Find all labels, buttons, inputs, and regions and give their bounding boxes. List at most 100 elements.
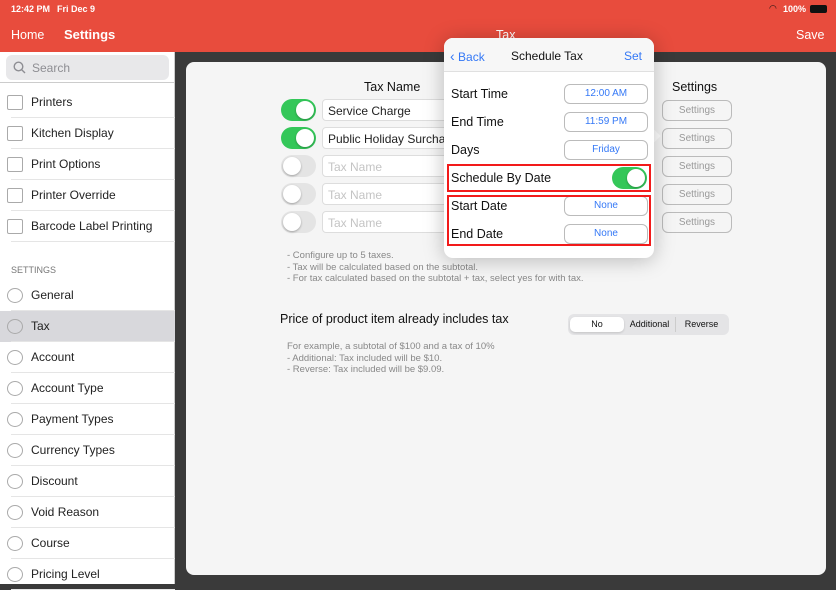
tax-settings-button[interactable]: Settings (662, 100, 732, 121)
sidebar-item-label: Kitchen Display (31, 126, 114, 140)
document-icon (7, 188, 23, 203)
chevron-left-icon: ‹ (450, 48, 455, 64)
tax-name-header: Tax Name (364, 80, 421, 94)
tax-toggle[interactable] (281, 127, 316, 149)
battery-percent: 100% (783, 4, 807, 14)
includes-tax-segmented-control: No Additional Reverse (568, 314, 729, 335)
sidebar-item[interactable]: Tax (0, 311, 175, 342)
status-date: Fri Dec 9 (57, 4, 96, 14)
back-button[interactable]: ‹ Back (450, 48, 485, 64)
settings-item-icon (7, 288, 23, 303)
sidebar-item-label: Account (31, 350, 75, 364)
tax-name-input[interactable]: Tax Name (322, 211, 462, 233)
tax-name-input[interactable]: Tax Name (322, 155, 462, 177)
sidebar-item-label: Currency Types (31, 443, 115, 457)
tax-toggle[interactable] (281, 99, 316, 121)
settings-item-icon (7, 319, 23, 334)
sidebar-item-label: Tax (31, 319, 50, 333)
sidebar-item[interactable]: Currency Types (0, 435, 175, 466)
sidebar-item[interactable]: Void Reason (0, 497, 175, 528)
tax-settings-button[interactable]: Settings (662, 128, 732, 149)
segment-no[interactable]: No (570, 317, 624, 332)
sidebar-item[interactable]: Pricing Level (0, 559, 175, 590)
back-label: Back (458, 50, 485, 64)
home-link[interactable]: Home (11, 28, 44, 42)
settings-item-icon (7, 567, 23, 582)
sidebar-item-label: Discount (31, 474, 78, 488)
example-line: - Additional: Tax included will be $10. (287, 352, 443, 364)
sidebar-item-label: Printer Override (31, 188, 116, 202)
wifi-icon: ◠ (769, 3, 777, 13)
schedule-value-button[interactable]: Friday (564, 140, 648, 160)
print-options-icon (7, 157, 23, 172)
sidebar-item-label: Printers (31, 95, 73, 109)
settings-item-icon (7, 412, 23, 427)
sidebar-item[interactable]: Account (0, 342, 175, 373)
tax-name-input[interactable]: Tax Name (322, 183, 462, 205)
segment-additional[interactable]: Additional (624, 317, 676, 332)
settings-item-icon (7, 443, 23, 458)
sidebar-item-label: Account Type (31, 381, 104, 395)
schedule-value-button[interactable]: 12:00 AM (564, 84, 648, 104)
schedule-tax-popover: ‹ Back Schedule Tax Set Start Time 12:00 … (444, 38, 654, 258)
tax-settings-button[interactable]: Settings (662, 156, 732, 177)
search-placeholder: Search (32, 61, 71, 75)
sidebar-item-label: Payment Types (31, 412, 114, 426)
sidebar-item[interactable]: Course (0, 528, 175, 559)
sidebar-item[interactable]: Printer Override (0, 180, 175, 211)
sidebar-item-label: Pricing Level (31, 567, 100, 581)
search-icon (13, 61, 26, 74)
tax-toggle[interactable] (281, 155, 316, 177)
segment-reverse[interactable]: Reverse (676, 317, 727, 332)
sidebar-item-label: Print Options (31, 157, 101, 171)
sidebar-item-label: Barcode Label Printing (31, 219, 153, 233)
tax-toggle[interactable] (281, 211, 316, 233)
settings-item-icon (7, 474, 23, 489)
schedule-value-button[interactable]: 11:59 PM (564, 112, 648, 132)
sidebar-item[interactable]: Print Options (0, 149, 175, 180)
tax-name-input[interactable]: Public Holiday Surcharge (322, 127, 462, 149)
printer-icon (7, 95, 23, 110)
example-line: - Reverse: Tax included will be $9.09. (287, 364, 445, 375)
sidebar-item-label: General (31, 288, 74, 302)
battery-icon (810, 5, 827, 13)
settings-item-icon (7, 381, 23, 396)
sidebar-item[interactable]: Account Type (0, 373, 175, 404)
section-header: SETTINGS (11, 265, 57, 275)
schedule-row-label: Days (451, 143, 480, 157)
note-line: - For tax calculated based on the subtot… (287, 273, 584, 284)
top-bar: 12:42 PM Fri Dec 9 100% ◠ Home Settings … (0, 0, 836, 52)
save-button[interactable]: Save (796, 28, 825, 42)
settings-item-icon (7, 350, 23, 365)
search-input[interactable]: Search (6, 55, 169, 80)
includes-tax-label: Price of product item already includes t… (280, 312, 509, 326)
tax-toggle[interactable] (281, 183, 316, 205)
settings-item-icon (7, 505, 23, 520)
sidebar-item-label: Course (31, 536, 70, 550)
tax-name-input[interactable]: Service Charge (322, 99, 462, 121)
highlight-box (447, 164, 651, 192)
tax-settings-button[interactable]: Settings (662, 184, 732, 205)
sidebar-item[interactable]: General (0, 280, 175, 311)
sidebar-item[interactable]: Barcode Label Printing (0, 211, 175, 242)
settings-item-icon (7, 536, 23, 551)
barcode-icon (7, 219, 23, 234)
sidebar-item[interactable]: Kitchen Display (0, 118, 175, 149)
sidebar-item[interactable]: Discount (0, 466, 175, 497)
sidebar-item[interactable]: Payment Types (0, 404, 175, 435)
schedule-row-label: End Time (451, 115, 504, 129)
sidebar: Search Printers Kitchen Display Print Opti… (0, 52, 175, 590)
tax-settings-button[interactable]: Settings (662, 212, 732, 233)
settings-header: Settings (672, 80, 718, 94)
sidebar-item[interactable]: Printers (0, 87, 175, 118)
highlight-box (447, 195, 651, 246)
settings-link[interactable]: Settings (64, 27, 115, 42)
status-time: 12:42 PM (11, 4, 51, 14)
kitchen-display-icon (7, 126, 23, 141)
popover-header: ‹ Back Schedule Tax Set (444, 38, 654, 72)
note-line: - Tax will be calculated based on the su… (287, 261, 478, 273)
sidebar-item-label: Void Reason (31, 505, 100, 519)
example-line: For example, a subtotal of $100 and a ta… (287, 341, 495, 352)
popover-title: Schedule Tax (511, 49, 583, 63)
set-button[interactable]: Set (624, 49, 642, 63)
